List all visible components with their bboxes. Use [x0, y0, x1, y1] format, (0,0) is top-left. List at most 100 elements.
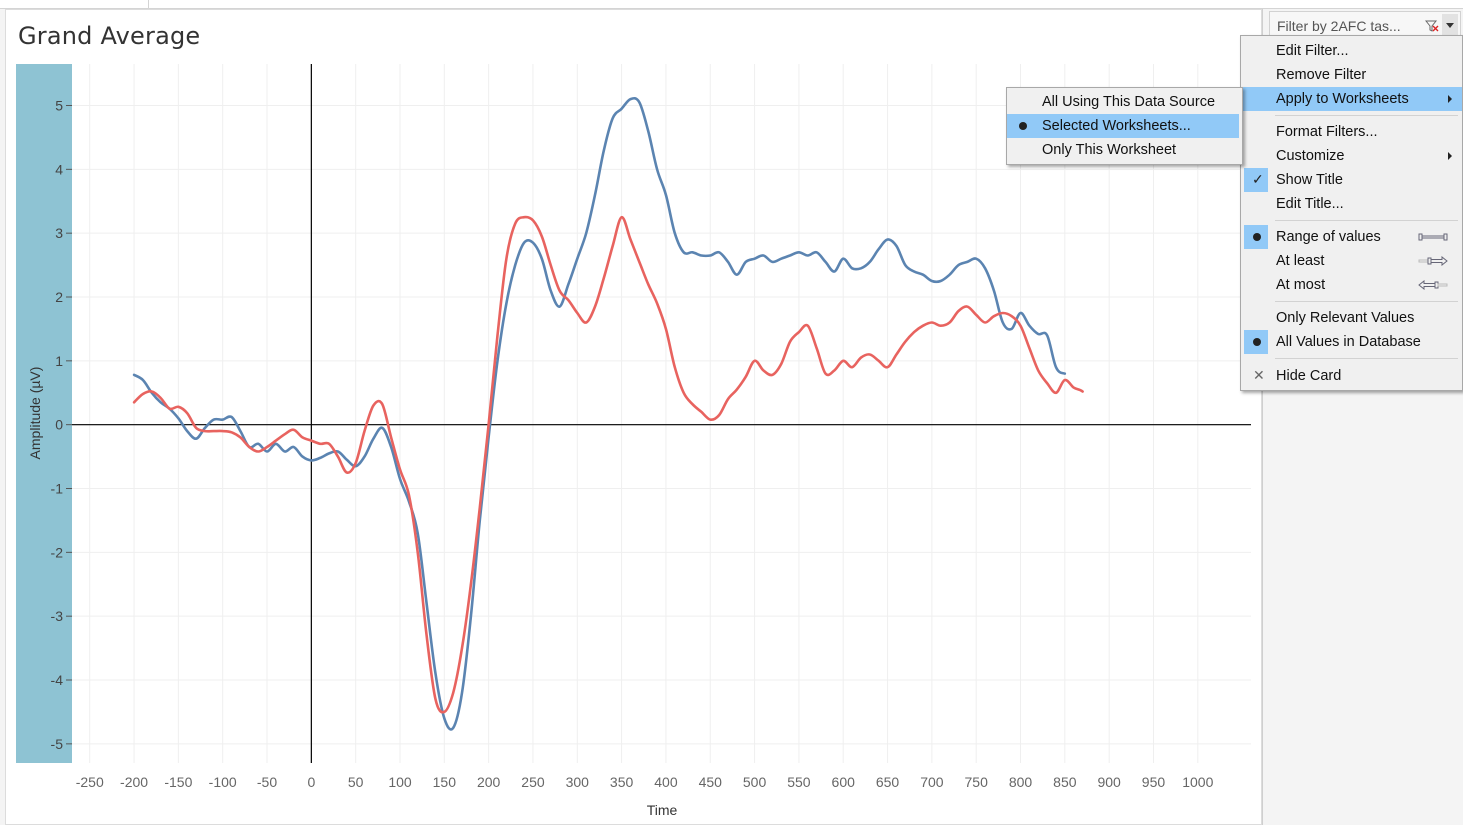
y-tick-label: 5: [55, 97, 63, 113]
x-tick-label: 300: [566, 774, 590, 790]
submenu-item-only-this-worksheet[interactable]: Only This Worksheet: [1007, 138, 1239, 162]
x-tick-label: -250: [76, 774, 104, 790]
x-tick-label: -100: [209, 774, 237, 790]
x-tick-label: 250: [521, 774, 545, 790]
series-line-a: [132, 96, 1067, 731]
range-both-icon: [1418, 233, 1448, 241]
x-tick-label: 800: [1009, 774, 1033, 790]
menu-item-range-of-values[interactable]: Range of values: [1241, 225, 1462, 249]
menu-item-label: All Using This Data Source: [1042, 94, 1216, 110]
menu-item-format-filters[interactable]: Format Filters...: [1241, 120, 1462, 144]
y-tick-label: 1: [55, 353, 63, 369]
menu-item-gutter: [1244, 225, 1268, 249]
menu-item-show-title[interactable]: ✓ Show Title: [1241, 168, 1462, 192]
x-tick-label: 50: [348, 774, 364, 790]
radio-dot-icon: [1253, 338, 1261, 346]
checkmark-icon: ✓: [1252, 171, 1264, 187]
range-at-least-icon: [1418, 256, 1448, 266]
submenu-arrow-icon: [1448, 95, 1452, 103]
close-icon: ✕: [1253, 367, 1265, 383]
radio-dot-icon: [1253, 233, 1261, 241]
menu-item-gutter: [1244, 192, 1268, 216]
menu-item-label: At most: [1276, 277, 1326, 293]
menu-item-gutter: [1244, 249, 1268, 273]
menu-item-gutter: [1244, 273, 1268, 297]
menu-item-gutter: [1244, 120, 1268, 144]
y-tick-label: -4: [51, 672, 64, 688]
menu-item-label: Edit Filter...: [1276, 43, 1349, 59]
x-tick-label: 750: [965, 774, 989, 790]
menu-item-label: Selected Worksheets...: [1042, 118, 1191, 134]
menu-item-gutter: [1010, 114, 1034, 138]
menu-item-label: At least: [1276, 253, 1325, 269]
menu-item-gutter: ✕: [1244, 364, 1268, 388]
filter-context-menu: Edit Filter... Remove Filter Apply to Work…: [1240, 35, 1463, 391]
menu-item-gutter: [1244, 63, 1268, 87]
y-tick-label: 4: [55, 161, 63, 177]
y-tick-label: -2: [51, 544, 64, 560]
x-tick-label: 650: [876, 774, 900, 790]
x-tick-label: 350: [610, 774, 634, 790]
x-tick-label: 600: [832, 774, 856, 790]
y-tick-label: 0: [55, 417, 63, 433]
x-tick-label: -50: [257, 774, 277, 790]
menu-item-gutter: [1244, 144, 1268, 168]
x-axis-ticks: -250 -200 -150 -100 -50 0 50 100 150 200 250 300 350…: [76, 774, 1214, 790]
x-axis-label: Time: [647, 802, 678, 818]
menu-item-at-least[interactable]: At least: [1241, 249, 1462, 273]
submenu-item-all-using-this-data-source[interactable]: All Using This Data Source: [1007, 90, 1239, 114]
x-tick-label: 550: [787, 774, 811, 790]
x-tick-label: 850: [1053, 774, 1077, 790]
menu-item-edit-title[interactable]: Edit Title...: [1241, 192, 1462, 216]
y-tick-label: 2: [55, 289, 63, 305]
menu-item-gutter: [1244, 306, 1268, 330]
menu-item-hide-card[interactable]: ✕ Hide Card: [1241, 364, 1462, 388]
menu-item-gutter: [1244, 87, 1268, 111]
x-tick-label: 400: [654, 774, 678, 790]
menu-item-label: All Values in Database: [1276, 334, 1421, 350]
menu-separator: [1275, 301, 1458, 302]
y-tick-label: -5: [51, 736, 64, 752]
menu-item-label: Edit Title...: [1276, 196, 1344, 212]
range-at-most-icon: [1418, 280, 1448, 290]
submenu-arrow-icon: [1448, 152, 1452, 160]
series-line-b: [132, 215, 1084, 714]
x-tick-label: -200: [120, 774, 148, 790]
menu-item-label: Only Relevant Values: [1276, 310, 1415, 326]
y-axis-label: Amplitude (µV): [27, 367, 43, 460]
y-tick-label: -1: [51, 481, 64, 497]
y-tick-label: -3: [51, 608, 64, 624]
menu-item-customize[interactable]: Customize: [1241, 144, 1462, 168]
menu-item-edit-filter[interactable]: Edit Filter...: [1241, 39, 1462, 63]
menu-item-label: Format Filters...: [1276, 124, 1378, 140]
x-tick-label: 950: [1142, 774, 1166, 790]
y-axis-band: [16, 64, 72, 763]
menu-item-gutter: [1244, 39, 1268, 63]
menu-item-label: Customize: [1276, 148, 1345, 164]
x-tick-label: 200: [477, 774, 501, 790]
submenu-item-selected-worksheets[interactable]: Selected Worksheets...: [1007, 114, 1239, 138]
menu-item-label: Remove Filter: [1276, 67, 1367, 83]
menu-item-all-values-in-database[interactable]: All Values in Database: [1241, 330, 1462, 354]
menu-item-remove-filter[interactable]: Remove Filter: [1241, 63, 1462, 87]
x-tick-label: 700: [920, 774, 944, 790]
apply-to-worksheets-submenu: All Using This Data Source Selected Works…: [1006, 87, 1243, 165]
menu-item-apply-to-worksheets[interactable]: Apply to Worksheets: [1241, 87, 1462, 111]
x-tick-label: 150: [433, 774, 457, 790]
series-lines: [132, 96, 1084, 731]
x-tick-label: 0: [307, 774, 315, 790]
radio-dot-icon: [1019, 122, 1027, 130]
menu-separator: [1275, 115, 1458, 116]
x-tick-label: -150: [164, 774, 192, 790]
menu-item-at-most[interactable]: At most: [1241, 273, 1462, 297]
gridlines: [72, 64, 1251, 763]
y-tick-label: 3: [55, 225, 63, 241]
menu-separator: [1275, 220, 1458, 221]
x-tick-label: 100: [388, 774, 412, 790]
menu-item-only-relevant-values[interactable]: Only Relevant Values: [1241, 306, 1462, 330]
menu-separator: [1275, 358, 1458, 359]
menu-item-gutter: [1244, 330, 1268, 354]
x-tick-label: 450: [699, 774, 723, 790]
x-tick-label: 900: [1097, 774, 1121, 790]
menu-item-label: Hide Card: [1276, 368, 1342, 384]
